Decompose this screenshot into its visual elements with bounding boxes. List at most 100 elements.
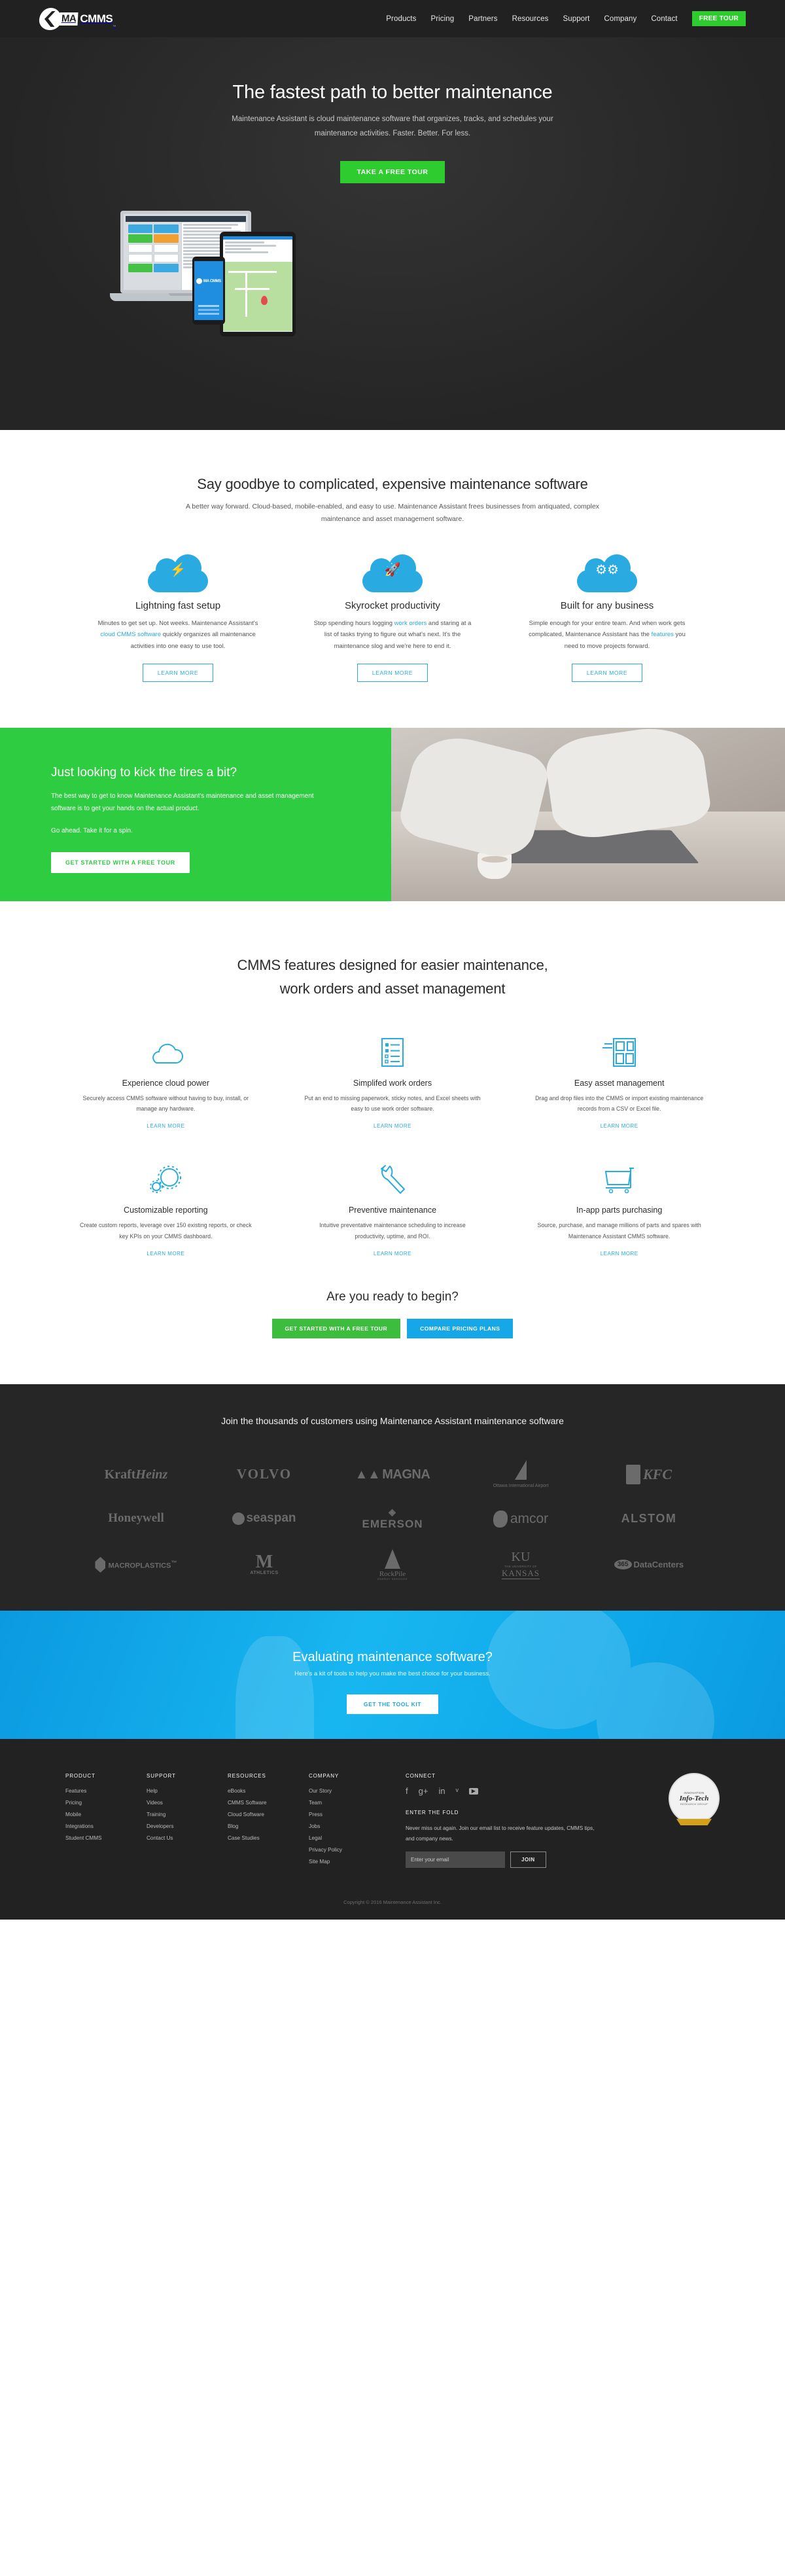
- customer-logo-ottawa-international-airport: Ottawa International Airport: [493, 1459, 548, 1489]
- footer-link-student-cmms[interactable]: Student CMMS: [65, 1835, 122, 1841]
- linkedin-icon[interactable]: in: [438, 1787, 445, 1795]
- free-tour-button[interactable]: FREE TOUR: [691, 11, 746, 26]
- footer-link-integrations[interactable]: Integrations: [65, 1823, 122, 1829]
- footer-link-case-studies[interactable]: Case Studies: [228, 1835, 284, 1841]
- cloud-rocket-icon: 🚀: [362, 554, 423, 592]
- facebook-icon[interactable]: f: [406, 1787, 408, 1795]
- benefit-body-part1: Stop spending hours logging: [313, 619, 394, 627]
- site-header: MA CMMS ™ Products Pricing Partners Reso…: [0, 0, 785, 37]
- benefit-inline-link[interactable]: features: [652, 631, 674, 638]
- hero-section: The fastest path to better maintenance M…: [0, 37, 785, 430]
- connect-heading: CONNECT: [406, 1773, 436, 1780]
- feature-learn-more-link[interactable]: LEARN MORE: [601, 1123, 638, 1129]
- feature-body: Securely access CMMS software without ha…: [82, 1094, 249, 1113]
- footer-link-ebooks[interactable]: eBooks: [228, 1788, 284, 1794]
- logo-ma-text: MA: [59, 12, 78, 26]
- ready-compare-pricing-button[interactable]: COMPARE PRICING PLANS: [407, 1318, 514, 1338]
- tires-get-started-button[interactable]: GET STARTED WITH A FREE TOUR: [51, 851, 190, 873]
- benefit-card-skyrocket-productivity: 🚀 Skyrocket productivity Stop spending h…: [311, 554, 474, 683]
- footer-link-our-story[interactable]: Our Story: [309, 1788, 374, 1794]
- footer-link-blog[interactable]: Blog: [228, 1823, 284, 1829]
- footer-column-resources: RESOURCES eBooks CMMS Software Cloud Sof…: [228, 1773, 284, 1870]
- features-title-line2: work orders and asset management: [279, 980, 506, 997]
- hero-subtitle: Maintenance Assistant is cloud maintenan…: [232, 115, 553, 137]
- ready-get-started-button[interactable]: GET STARTED WITH A FREE TOUR: [271, 1318, 401, 1338]
- feature-card-preventive-maintenance: Preventive maintenance Intuitive prevent…: [289, 1161, 497, 1259]
- wrench-icon: [289, 1161, 497, 1198]
- footer-link-features[interactable]: Features: [65, 1788, 122, 1794]
- benefit-title: Built for any business: [560, 599, 654, 611]
- phone-device: MA CMMS: [192, 256, 225, 325]
- feature-body: Source, purchase, and manage millions of…: [537, 1222, 701, 1240]
- footer-heading: SUPPORT: [147, 1773, 176, 1780]
- gears-icon: [62, 1161, 270, 1198]
- get-the-tool-kit-button[interactable]: GET THE TOOL KIT: [346, 1694, 439, 1715]
- learn-more-button[interactable]: LEARN MORE: [357, 664, 428, 683]
- site-logo[interactable]: MA CMMS ™: [39, 7, 116, 30]
- site-footer: PRODUCT Features Pricing Mobile Integrat…: [0, 1739, 785, 1920]
- footer-column-company: COMPANY Our Story Team Press Jobs Legal …: [309, 1773, 374, 1870]
- feature-learn-more-link[interactable]: LEARN MORE: [601, 1251, 638, 1257]
- copyright-text: Copyright © 2016 Maintenance Assistant I…: [343, 1899, 442, 1906]
- features-title-line1: CMMS features designed for easier mainte…: [237, 957, 548, 974]
- twitter-icon[interactable]: ᵛ: [456, 1787, 459, 1795]
- cloud-outline-icon: [62, 1034, 270, 1071]
- logo-cmms-text: CMMS: [80, 12, 113, 25]
- footer-link-legal[interactable]: Legal: [309, 1835, 374, 1841]
- feature-learn-more-link[interactable]: LEARN MORE: [147, 1251, 184, 1257]
- email-input[interactable]: [406, 1851, 505, 1869]
- footer-link-pricing[interactable]: Pricing: [65, 1800, 122, 1806]
- footer-column-support: SUPPORT Help Videos Training Developers …: [147, 1773, 203, 1870]
- footer-link-jobs[interactable]: Jobs: [309, 1823, 374, 1829]
- google-plus-icon[interactable]: g+: [419, 1787, 428, 1795]
- benefit-card-lightning-fast-setup: ⚡ Lightning fast setup Minutes to get se…: [96, 554, 260, 683]
- footer-link-team[interactable]: Team: [309, 1800, 374, 1806]
- checklist-icon: [289, 1034, 497, 1071]
- footer-link-developers[interactable]: Developers: [147, 1823, 203, 1829]
- feature-body: Intuitive preventative maintenance sched…: [319, 1222, 466, 1240]
- youtube-icon[interactable]: ▶: [468, 1787, 478, 1795]
- benefit-title: Lightning fast setup: [135, 599, 221, 611]
- main-navigation: Products Pricing Partners Resources Supp…: [386, 11, 746, 26]
- nav-item-support[interactable]: Support: [563, 15, 589, 23]
- footer-link-training[interactable]: Training: [147, 1812, 203, 1817]
- footer-link-privacy-policy[interactable]: Privacy Policy: [309, 1847, 374, 1853]
- feature-body: Drag and drop files into the CMMS or imp…: [535, 1094, 704, 1113]
- join-button[interactable]: JOIN: [510, 1851, 546, 1869]
- feature-learn-more-link[interactable]: LEARN MORE: [374, 1251, 411, 1257]
- footer-link-mobile[interactable]: Mobile: [65, 1812, 122, 1817]
- nav-item-partners[interactable]: Partners: [468, 15, 497, 23]
- benefit-card-built-for-any-business: ⚙⚙ Built for any business Simple enough …: [525, 554, 689, 683]
- learn-more-button[interactable]: LEARN MORE: [142, 664, 214, 683]
- cmms-features-section: CMMS features designed for easier mainte…: [0, 901, 785, 1258]
- nav-item-products[interactable]: Products: [386, 15, 416, 23]
- footer-link-cmms-software[interactable]: CMMS Software: [228, 1800, 284, 1806]
- footer-link-site-map[interactable]: Site Map: [309, 1859, 374, 1865]
- footer-link-contact-us[interactable]: Contact Us: [147, 1835, 203, 1841]
- feature-card-in-app-parts-purchasing: In-app parts purchasing Source, purchase…: [515, 1161, 723, 1259]
- nav-item-contact[interactable]: Contact: [651, 15, 677, 23]
- footer-link-help[interactable]: Help: [147, 1788, 203, 1794]
- footer-column-product: PRODUCT Features Pricing Mobile Integrat…: [65, 1773, 122, 1870]
- feature-body: Put an end to missing paperwork, sticky …: [304, 1094, 481, 1113]
- footer-link-press[interactable]: Press: [309, 1812, 374, 1817]
- customer-logo-honeywell: Honeywell: [108, 1511, 164, 1526]
- nav-item-company[interactable]: Company: [604, 15, 637, 23]
- hero-take-free-tour-button[interactable]: TAKE A FREE TOUR: [340, 160, 445, 183]
- benefit-inline-link[interactable]: cloud CMMS software: [100, 631, 161, 638]
- benefit-body: Minutes to get set up. Not weeks. Mainte…: [96, 618, 260, 653]
- tablet-device: [220, 231, 296, 336]
- nav-item-pricing[interactable]: Pricing: [430, 15, 454, 23]
- logo-trademark: ™: [113, 24, 116, 29]
- nav-item-resources[interactable]: Resources: [512, 15, 549, 23]
- customer-logo-macroplastics: MACROPLASTICS™: [95, 1556, 177, 1573]
- footer-heading: PRODUCT: [65, 1773, 96, 1780]
- footer-link-cloud-software[interactable]: Cloud Software: [228, 1812, 284, 1817]
- customer-logo-seaspan: seaspan: [232, 1511, 296, 1526]
- learn-more-button[interactable]: LEARN MORE: [571, 664, 643, 683]
- feature-learn-more-link[interactable]: LEARN MORE: [147, 1123, 184, 1129]
- benefit-inline-link[interactable]: work orders: [394, 620, 427, 627]
- footer-link-videos[interactable]: Videos: [147, 1800, 203, 1806]
- evaluating-subtitle: Here's a kit of tools to help you make t…: [294, 1670, 491, 1678]
- feature-learn-more-link[interactable]: LEARN MORE: [374, 1123, 411, 1129]
